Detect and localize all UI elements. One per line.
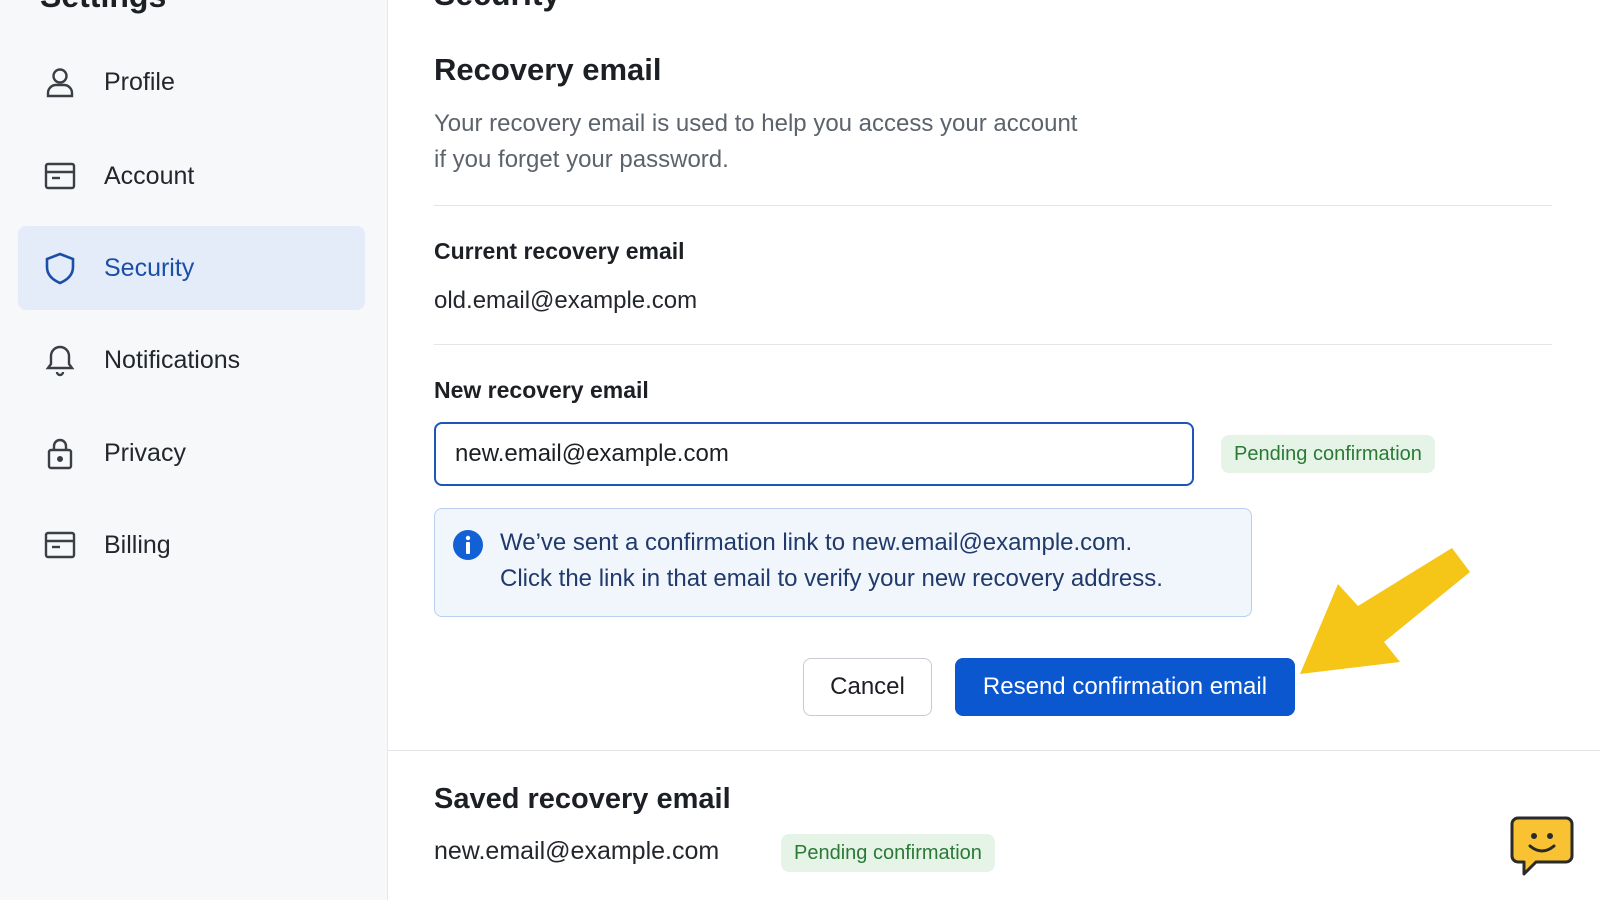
sidebar-item-profile[interactable]: Profile <box>18 40 365 124</box>
smiley-chat-icon <box>1510 816 1574 876</box>
sidebar-item-account[interactable]: Account <box>18 134 365 218</box>
saved-email-value: new.email@example.com <box>434 837 720 865</box>
lock-icon <box>42 435 78 471</box>
sidebar-title: Settings <box>40 0 166 15</box>
bell-icon <box>42 342 78 378</box>
sidebar-item-notifications[interactable]: Notifications <box>18 318 365 402</box>
card-icon <box>42 527 78 563</box>
new-email-input[interactable] <box>434 422 1194 486</box>
info-icon <box>452 529 484 561</box>
current-email-value: old.email@example.com <box>434 287 698 314</box>
sidebar-item-label: Billing <box>104 530 171 559</box>
new-email-label: New recovery email <box>434 377 649 403</box>
status-badge: Pending confirmation <box>1221 435 1435 473</box>
sidebar-item-privacy[interactable]: Privacy <box>18 411 365 495</box>
sidebar-item-billing[interactable]: Billing <box>18 503 365 587</box>
settings-sidebar: Settings Profile Account Security <box>0 0 388 900</box>
info-line: We’ve sent a confirmation link to new.em… <box>500 529 1133 556</box>
section-separator <box>388 750 1600 751</box>
sidebar-item-label: Notifications <box>104 345 241 374</box>
chat-support-button[interactable] <box>1510 814 1574 878</box>
user-icon <box>42 64 78 100</box>
info-message: We’ve sent a confirmation link to new.em… <box>500 525 1163 597</box>
saved-email-heading: Saved recovery email <box>434 783 731 815</box>
cancel-button[interactable]: Cancel <box>803 658 932 716</box>
pointer-arrow-icon <box>1300 548 1470 674</box>
recovery-email-heading: Recovery email <box>434 52 662 87</box>
card-icon <box>42 158 78 194</box>
description-line: Your recovery email is used to help you … <box>434 110 1078 137</box>
divider <box>434 344 1552 345</box>
sidebar-item-label: Privacy <box>104 438 186 467</box>
description-line: if you forget your password. <box>434 146 729 173</box>
current-email-label: Current recovery email <box>434 238 685 264</box>
confirmation-info-box: We’ve sent a confirmation link to new.em… <box>434 508 1252 617</box>
recovery-email-description: Your recovery email is used to help you … <box>434 106 1134 178</box>
sidebar-item-label: Security <box>104 253 195 282</box>
page-title: Security <box>434 0 560 13</box>
shield-icon <box>42 250 78 286</box>
sidebar-item-security[interactable]: Security <box>18 226 365 310</box>
sidebar-item-label: Profile <box>104 67 175 96</box>
sidebar-item-label: Account <box>104 161 195 190</box>
divider <box>434 205 1552 206</box>
info-line: Click the link in that email to verify y… <box>500 565 1163 592</box>
resend-confirmation-button[interactable]: Resend confirmation email <box>955 658 1295 716</box>
status-badge: Pending confirmation <box>781 834 995 872</box>
